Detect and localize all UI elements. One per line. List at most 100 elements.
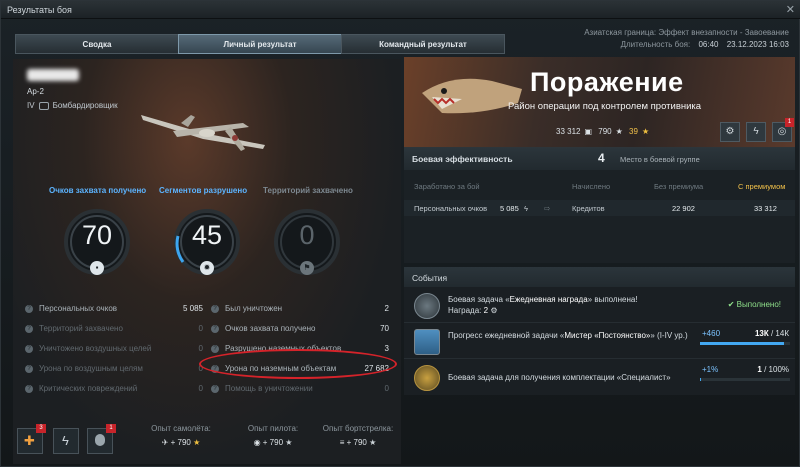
boost-button[interactable]: ϟ xyxy=(53,428,79,454)
efficiency-header: Боевая эффективность 4 Место в боевой гр… xyxy=(404,148,795,170)
segments-gauge: 45 ✹ xyxy=(169,206,245,286)
help-icon[interactable]: ? xyxy=(25,325,33,333)
stat-label: Урона по воздушным целям xyxy=(39,364,143,373)
rank-stripes-icon: ≡ xyxy=(339,438,345,447)
events-header: События xyxy=(404,267,795,287)
pilot-exp: Опыт пилота: ◉ + 790 ★ xyxy=(233,424,313,447)
pilot-exp-label: Опыт пилота: xyxy=(247,424,299,433)
result-subtitle: Район операции под контролем противника xyxy=(508,101,702,112)
reward-numbers: 33 312 ▣ 790 ★ 39 ★ xyxy=(556,127,653,136)
progress-fill xyxy=(700,378,701,381)
plane-exp-value: + 790 xyxy=(170,438,191,447)
plane-type: Бомбардировщик xyxy=(52,101,118,110)
capture-gauges: 70 ▪ 45 ✹ 0 ⚑ xyxy=(13,206,401,296)
help-icon[interactable]: ? xyxy=(25,345,33,353)
exp-value: 790 xyxy=(598,127,612,136)
window-title: Результаты боя xyxy=(7,5,72,15)
territories-captured-value: 0 xyxy=(299,220,315,250)
event-text: Боевая задача для получения комплектации… xyxy=(448,373,671,382)
stat-value: 0 xyxy=(198,324,203,333)
gold-star-icon: ★ xyxy=(641,127,650,136)
tab-summary[interactable]: Сводка xyxy=(15,34,179,54)
credits-icon: ▣ xyxy=(584,127,593,136)
capture-points-heading: Очков захвата получено xyxy=(49,186,147,195)
lightning-button[interactable]: ϟ xyxy=(746,122,766,142)
group-place-label: Место в боевой группе xyxy=(620,155,700,164)
row-label: Персональных очков xyxy=(414,204,488,213)
star-icon: ★ xyxy=(369,438,377,447)
credits-value: 33 312 xyxy=(556,127,581,136)
progress-bar xyxy=(700,378,790,381)
fire-icon: ✹ xyxy=(200,261,214,275)
medal-button[interactable]: 1 xyxy=(87,424,116,454)
bottom-bar: ✚ 3 ϟ 1 Опыт самолёта: ✈ + 790 ★ Опыт пи… xyxy=(13,416,401,464)
col-start: Начислено xyxy=(572,182,611,191)
stat-value: 0 xyxy=(198,344,203,353)
territories-captured-heading: Территорий захвачено xyxy=(263,186,353,195)
title-bar: Результаты боя ✕ xyxy=(1,1,800,19)
gunner-exp-label: Опыт бортстрелка: xyxy=(322,424,394,433)
stat-label: Критических повреждений xyxy=(39,384,138,393)
close-icon[interactable]: ✕ xyxy=(786,3,795,16)
gunner-exp: Опыт бортстрелка: ≡ + 790 ★ xyxy=(317,424,399,447)
lightning-icon: ϟ xyxy=(62,433,69,448)
arrow-icon: ⇨ xyxy=(544,204,551,213)
progress-delta: +1% xyxy=(702,365,719,374)
plane-exp-label: Опыт самолёта: xyxy=(151,424,211,433)
event-item: Прогресс ежедневной задачи «Мистер «Пост… xyxy=(404,325,795,359)
stat-row: ? Персональных очков 5 085 xyxy=(25,299,203,319)
stat-value: 5 085 xyxy=(182,304,203,313)
col-earned: Заработано за бой xyxy=(414,182,480,191)
group-place-value: 4 xyxy=(598,151,605,165)
award-button[interactable]: ✚ 3 xyxy=(17,424,46,454)
plane-tier-row: IV Бомбардировщик xyxy=(27,101,118,110)
row-no-premium: 22 902 xyxy=(672,204,695,213)
medal-button[interactable]: ◎ 1 xyxy=(772,118,794,142)
progress-bar xyxy=(700,342,790,345)
gear-icon[interactable]: ⚙ xyxy=(720,122,740,142)
exp-star-icon: ★ xyxy=(615,127,623,136)
events-title: События xyxy=(412,273,448,283)
stat-value: 0 xyxy=(198,384,203,393)
flag-icon: ⚑ xyxy=(300,261,314,275)
highlight-ellipse xyxy=(199,349,397,379)
battle-meta: Азиатская граница: Эффект внезапности - … xyxy=(584,27,789,51)
plane-image xyxy=(141,115,265,151)
col-premium: С премиумом xyxy=(738,182,786,191)
lightning-icon: ϟ xyxy=(524,204,528,213)
duration-label: Длительность боя: xyxy=(620,40,691,49)
tab-team-result[interactable]: Командный результат xyxy=(341,34,505,54)
help-icon[interactable]: ? xyxy=(25,365,33,373)
row-currency: Кредитов xyxy=(572,204,605,213)
battle-results-window: Результаты боя ✕ Сводка Личный результат… xyxy=(0,0,800,467)
event-item: Боевая задача для получения комплектации… xyxy=(404,361,795,395)
efficiency-row: Персональных очков 5 085 ϟ ⇨ Кредитов 22… xyxy=(404,200,795,216)
stat-value: 2 xyxy=(384,304,389,313)
territories-gauge: 0 ⚑ xyxy=(269,206,345,286)
player-name-blurred xyxy=(27,69,79,81)
combat-efficiency-panel: Боевая эффективность 4 Место в боевой гр… xyxy=(404,147,795,263)
capture-points-gauge: 70 ▪ xyxy=(59,206,135,286)
help-icon[interactable]: ? xyxy=(25,305,33,313)
help-icon[interactable]: ? xyxy=(211,305,219,313)
progress-fill xyxy=(700,342,784,345)
star-icon: ★ xyxy=(193,438,201,447)
badge-count: 1 xyxy=(785,118,794,127)
stat-value: 0 xyxy=(384,384,389,393)
event-text: Боевая задача «Ежедневная награда» выпол… xyxy=(448,295,638,315)
stat-row: ? Был уничтожен 2 xyxy=(211,299,389,319)
tab-personal-result[interactable]: Личный результат xyxy=(178,34,342,54)
plane-icon: ✈ xyxy=(161,438,169,447)
stat-label: Был уничтожен xyxy=(225,304,283,313)
events-panel: События Боевая задача «Ежедневная наград… xyxy=(404,267,795,395)
badge-count: 3 xyxy=(36,424,46,433)
stats-left-column: ? Персональных очков 5 085 ? Территорий зах… xyxy=(25,299,203,399)
gold-value: 39 xyxy=(629,127,638,136)
help-icon[interactable]: ? xyxy=(211,385,219,393)
pilot-icon: ◉ xyxy=(253,438,261,447)
help-icon[interactable]: ? xyxy=(211,345,219,353)
event-item: Боевая задача «Ежедневная награда» выпол… xyxy=(404,289,795,323)
result-title: Поражение xyxy=(530,67,684,97)
help-icon[interactable]: ? xyxy=(25,385,33,393)
help-icon[interactable]: ? xyxy=(211,325,219,333)
